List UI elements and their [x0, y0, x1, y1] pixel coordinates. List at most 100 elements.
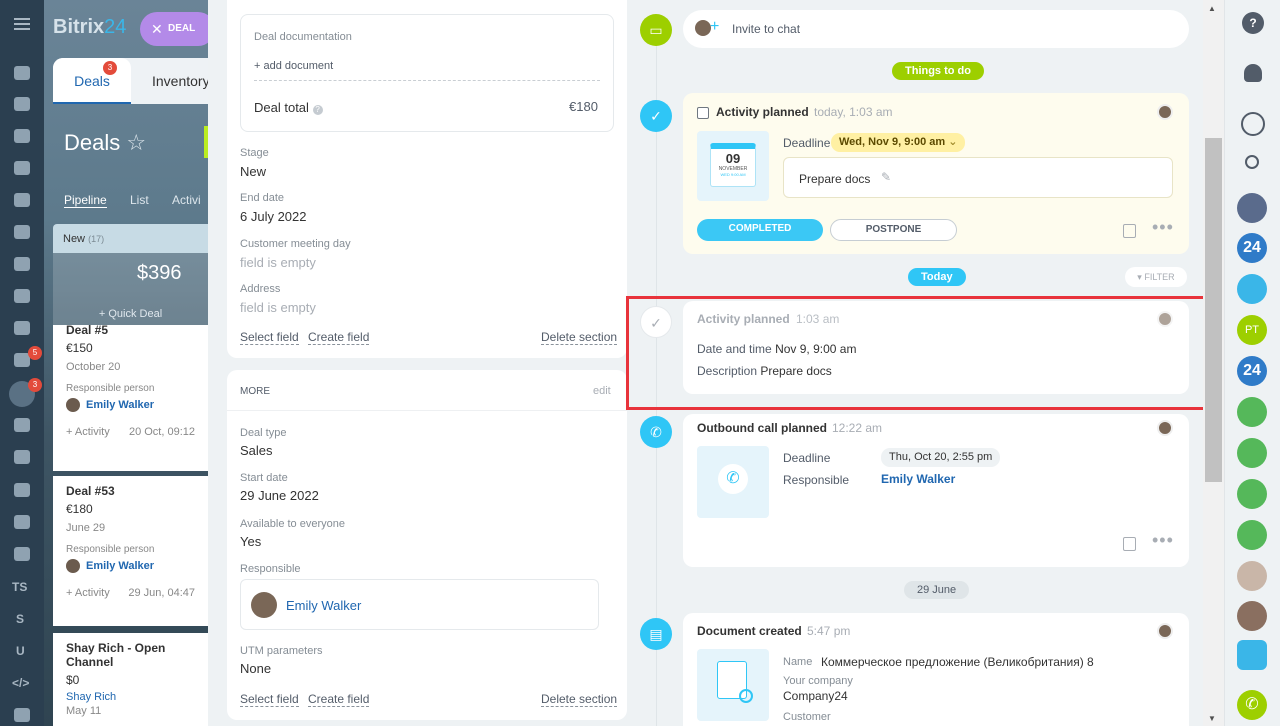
- postpone-button[interactable]: POSTPONE: [830, 219, 957, 241]
- search-icon[interactable]: [1245, 155, 1259, 169]
- store-icon[interactable]: [14, 515, 30, 529]
- edit-link[interactable]: edit: [593, 385, 611, 397]
- group-chat-icon[interactable]: [1237, 479, 1267, 509]
- card-activity-link[interactable]: + Activity: [66, 587, 110, 599]
- doc-name-value[interactable]: Коммерческое предложение (Великобритания…: [821, 655, 1094, 669]
- calendar-icon[interactable]: [14, 161, 30, 175]
- available-value[interactable]: Yes: [240, 534, 261, 549]
- group-icon[interactable]: [14, 289, 30, 303]
- view-activities[interactable]: Activi: [172, 193, 201, 207]
- add-document-link[interactable]: + add document: [254, 60, 333, 72]
- group-chat-icon[interactable]: [1237, 397, 1267, 427]
- pencil-icon[interactable]: ✎: [881, 170, 891, 184]
- call-resp-value[interactable]: Emily Walker: [881, 472, 955, 486]
- invite-text[interactable]: Invite to chat: [732, 22, 800, 36]
- card-user[interactable]: Shay Rich: [66, 691, 195, 703]
- nav-s[interactable]: S: [16, 612, 24, 626]
- feed-icon[interactable]: [14, 97, 30, 111]
- note-icon[interactable]: [1123, 537, 1136, 551]
- create-field-link[interactable]: Create field: [308, 692, 370, 707]
- call-deadline-label: Deadline: [783, 451, 831, 465]
- chat-icon[interactable]: ▭: [640, 14, 672, 46]
- screen-share-icon[interactable]: [1237, 640, 1267, 670]
- tab-deals[interactable]: Deals: [53, 58, 131, 104]
- filter-button[interactable]: ▾ FILTER: [1125, 267, 1187, 287]
- messages-icon[interactable]: [1241, 112, 1265, 136]
- nav-code[interactable]: </>: [12, 676, 29, 690]
- group-chat-icon[interactable]: [1237, 520, 1267, 550]
- card-user[interactable]: Emily Walker: [66, 398, 195, 412]
- deal-card[interactable]: Shay Rich - Open Channel $0 Shay Rich Ma…: [53, 633, 208, 726]
- deal-type-value[interactable]: Sales: [240, 443, 273, 458]
- more-icon[interactable]: •••: [1152, 217, 1174, 238]
- card-activity-link[interactable]: + Activity: [66, 426, 110, 438]
- avatar: [66, 398, 80, 412]
- box-icon[interactable]: [14, 257, 30, 271]
- card-user[interactable]: Emily Walker: [66, 559, 195, 573]
- note-icon[interactable]: [1123, 224, 1136, 238]
- activity-checkbox[interactable]: [697, 107, 709, 119]
- address-value[interactable]: field is empty: [240, 300, 316, 315]
- card-title[interactable]: Deal #53: [66, 484, 195, 498]
- contact-card-icon[interactable]: [14, 483, 30, 497]
- quick-deal-button[interactable]: + Quick Deal: [53, 308, 208, 320]
- create-field-link[interactable]: Create field: [308, 330, 370, 345]
- nav-u[interactable]: U: [16, 644, 25, 658]
- mail-icon[interactable]: [14, 321, 30, 335]
- help-icon[interactable]: ?: [312, 105, 323, 115]
- deadline-pill[interactable]: Wed, Nov 9, 9:00 am ⌄: [831, 133, 966, 152]
- deal-close-button[interactable]: ✕ DEAL: [140, 12, 215, 46]
- card-title[interactable]: Deal #5: [66, 323, 195, 337]
- grid-icon[interactable]: [14, 708, 30, 722]
- responsible-box[interactable]: Emily Walker: [240, 579, 599, 630]
- scroll-thumb[interactable]: [1205, 138, 1222, 482]
- call-deadline-pill[interactable]: Thu, Oct 20, 2:55 pm: [881, 448, 1001, 467]
- rocket-icon[interactable]: [14, 66, 30, 80]
- menu-icon[interactable]: [14, 18, 30, 30]
- cart-icon[interactable]: [14, 450, 30, 464]
- user-avatar[interactable]: [1237, 601, 1267, 631]
- user-avatar[interactable]: [1237, 561, 1267, 591]
- stage-value[interactable]: New: [240, 164, 266, 179]
- group-chat-icon[interactable]: [1237, 438, 1267, 468]
- tab-inventory[interactable]: Inventory: [152, 73, 210, 89]
- end-date-value[interactable]: 6 July 2022: [240, 209, 307, 224]
- more-icon[interactable]: •••: [1152, 530, 1174, 551]
- meeting-value[interactable]: field is empty: [240, 255, 316, 270]
- bell-icon[interactable]: [1244, 64, 1262, 82]
- docs-icon[interactable]: [14, 193, 30, 207]
- deal-type-label: Deal type: [240, 427, 287, 439]
- calendar-chat-icon[interactable]: [1237, 274, 1267, 304]
- select-field-link[interactable]: Select field: [240, 330, 299, 345]
- responsible-value[interactable]: Emily Walker: [286, 598, 361, 613]
- phone-call-icon[interactable]: ✆: [1237, 690, 1267, 720]
- cube-icon[interactable]: [14, 547, 30, 561]
- stage-label: Stage: [240, 147, 269, 159]
- target-icon[interactable]: [14, 418, 30, 432]
- user-pt[interactable]: PT: [1237, 315, 1267, 345]
- scroll-up-arrow[interactable]: ▲: [1208, 4, 1216, 13]
- help-icon[interactable]: ?: [1242, 12, 1264, 34]
- description-text: Prepare docs: [799, 172, 871, 186]
- invite-chat-bar[interactable]: + Invite to chat: [683, 10, 1189, 48]
- delete-section-link[interactable]: Delete section: [541, 330, 618, 345]
- view-pipeline[interactable]: Pipeline: [64, 193, 107, 208]
- scroll-down-arrow[interactable]: ▼: [1208, 714, 1216, 723]
- select-field-link[interactable]: Select field: [240, 692, 299, 707]
- user-avatar[interactable]: [1237, 193, 1267, 223]
- deal-card[interactable]: Deal #5 €150 October 20 Responsible pers…: [53, 323, 208, 471]
- nav-ts[interactable]: TS: [12, 580, 27, 594]
- drive-icon[interactable]: [14, 225, 30, 239]
- delete-section-link[interactable]: Delete section: [541, 692, 618, 707]
- star-icon[interactable]: ☆: [126, 130, 146, 155]
- view-list[interactable]: List: [130, 193, 149, 207]
- completed-button[interactable]: COMPLETED: [697, 219, 823, 241]
- deal-card[interactable]: Deal #53 €180 June 29 Responsible person…: [53, 476, 208, 626]
- bitrix24-icon[interactable]: 24: [1237, 233, 1267, 263]
- description-box[interactable]: Prepare docs ✎: [783, 157, 1173, 198]
- utm-value[interactable]: None: [240, 661, 271, 676]
- card-title[interactable]: Shay Rich - Open Channel: [66, 641, 195, 669]
- bitrix24-icon[interactable]: 24: [1237, 356, 1267, 386]
- start-date-value[interactable]: 29 June 2022: [240, 488, 319, 503]
- chat-icon[interactable]: [14, 129, 30, 143]
